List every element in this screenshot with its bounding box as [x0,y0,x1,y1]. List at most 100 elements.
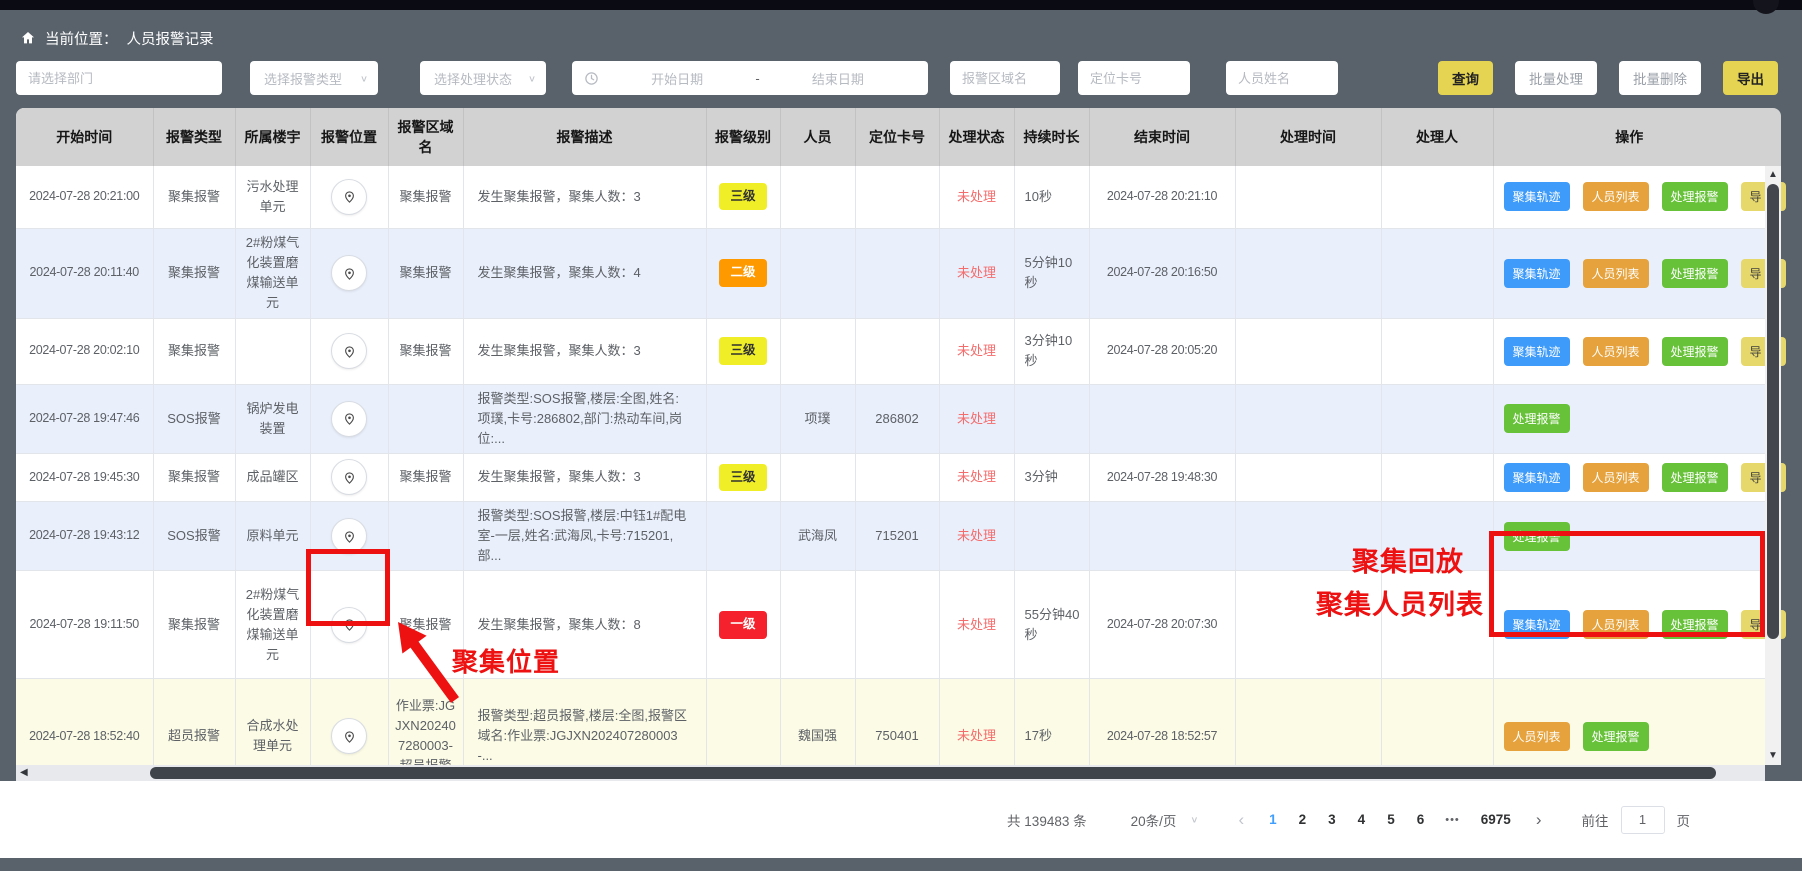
page-number[interactable]: 3 [1317,806,1347,834]
location-icon[interactable] [331,718,367,754]
actions-cell: 聚集轨迹人员列表处理报警导 出 [1493,228,1765,318]
location-icon[interactable] [331,333,367,369]
alarm-area: 聚集报警 [388,318,463,384]
track-button[interactable]: 聚集轨迹 [1504,463,1570,492]
vertical-scroll-thumb[interactable] [1767,184,1779,639]
table-row: 2024-07-28 20:02:10 聚集报警 聚集报警 发生聚集报警，聚集人… [16,318,1765,384]
building: 2#粉煤气化装置磨煤输送单元 [235,571,310,679]
handle-status: 未处理 [939,501,1014,570]
track-button[interactable]: 聚集轨迹 [1504,182,1570,211]
personnel-list-button[interactable]: 人员列表 [1583,182,1649,211]
goto-label: 前往 [1582,810,1609,830]
alarm-description: 发生聚集报警，聚集人数：3 [463,166,706,228]
start-time: 2024-07-28 20:02:10 [16,318,153,384]
alarm-area: 聚集报警 [388,166,463,228]
page-size-value: 20条/页 [1131,810,1177,830]
clock-icon [584,71,599,86]
building [235,318,310,384]
page-number[interactable]: 1 [1258,806,1288,834]
handler [1381,318,1493,384]
end-date-placeholder: 结束日期 [760,69,916,88]
duration: 10秒 [1014,166,1089,228]
card-number [855,453,939,501]
area-input[interactable] [950,61,1060,95]
column-header: 处理时间 [1235,108,1381,166]
handle-alarm-button[interactable]: 处理报警 [1583,722,1649,751]
annotation-label-playback: 聚集回放 [1352,540,1464,579]
handler [1381,384,1493,453]
department-input[interactable] [16,61,222,95]
handle-time [1235,228,1381,318]
track-button[interactable]: 聚集轨迹 [1504,259,1570,288]
alarm-position-cell [310,453,388,501]
personnel-list-button[interactable]: 人员列表 [1583,259,1649,288]
page-number[interactable]: 5 [1376,806,1406,834]
date-range-picker[interactable]: 开始日期 - 结束日期 [572,61,928,95]
handle-alarm-button[interactable]: 处理报警 [1662,259,1728,288]
search-button[interactable]: 查询 [1438,61,1493,95]
handler [1381,228,1493,318]
card-number [855,571,939,679]
table-row: 2024-07-28 19:45:30 聚集报警 成品罐区 聚集报警 发生聚集报… [16,453,1765,501]
annotation-box-actions [1489,531,1765,637]
horizontal-scroll-thumb[interactable] [150,767,1716,779]
alarm-level-cell [706,384,780,453]
duration [1014,384,1089,453]
start-time: 2024-07-28 19:45:30 [16,453,153,501]
handle-time [1235,453,1381,501]
page-size-select[interactable]: 20条/页 ∨ [1131,810,1199,830]
page-number[interactable]: 6 [1406,806,1436,834]
building: 成品罐区 [235,453,310,501]
duration [1014,501,1089,570]
column-header: 持续时长 [1014,108,1089,166]
page-number[interactable]: 2 [1288,806,1318,834]
vertical-scrollbar: ▲ ▼ [1765,166,1781,765]
personnel-list-button[interactable]: 人员列表 [1583,337,1649,366]
scroll-left-icon[interactable]: ◀ [20,765,28,781]
column-header: 处理人 [1381,108,1493,166]
scroll-up-icon[interactable]: ▲ [1765,168,1781,182]
next-page-button[interactable]: › [1526,810,1552,830]
actions-cell: 聚集轨迹人员列表处理报警导 出 [1493,453,1765,501]
name-input[interactable] [1226,61,1338,95]
table-row: 2024-07-28 19:47:46 SOS报警 锅炉发电装置 报警类型:SO… [16,384,1765,453]
last-page-button[interactable]: 6975 [1470,806,1522,834]
alarm-type-select[interactable]: 选择报警类型 ∨ [250,61,378,95]
handle-alarm-button[interactable]: 处理报警 [1662,463,1728,492]
track-button[interactable]: 聚集轨迹 [1504,337,1570,366]
actions-cell: 聚集轨迹人员列表处理报警导 出 [1493,166,1765,228]
location-icon[interactable] [331,179,367,215]
page-number[interactable]: 4 [1347,806,1377,834]
alarm-type: 聚集报警 [153,166,235,228]
column-header: 处理状态 [939,108,1014,166]
batch-handle-button[interactable]: 批量处理 [1515,61,1597,95]
batch-delete-button[interactable]: 批量删除 [1619,61,1701,95]
location-icon[interactable] [331,401,367,437]
export-button[interactable]: 导出 [1723,61,1778,95]
alarm-position-cell [310,166,388,228]
handle-alarm-button[interactable]: 处理报警 [1504,404,1570,433]
prev-page-button[interactable]: ‹ [1228,810,1254,830]
handle-status: 未处理 [939,384,1014,453]
personnel-list-button[interactable]: 人员列表 [1583,463,1649,492]
location-icon[interactable] [331,459,367,495]
goto-input[interactable] [1621,806,1665,834]
location-icon[interactable] [331,255,367,291]
handle-status-select[interactable]: 选择处理状态 ∨ [420,61,546,95]
header-extension [1765,108,1781,166]
level-badge: 三级 [719,337,766,364]
scroll-down-icon[interactable]: ▼ [1765,749,1781,763]
level-badge: 二级 [719,259,766,286]
handle-alarm-button[interactable]: 处理报警 [1662,182,1728,211]
column-header: 报警类型 [153,108,235,166]
start-date-placeholder: 开始日期 [599,69,755,88]
person-name: 武海凤 [780,501,855,570]
alarm-type: SOS报警 [153,384,235,453]
alarm-description: 报警类型:SOS报警,楼层:全图,姓名:项璞,卡号:286802,部门:热动车间… [463,384,706,453]
personnel-list-button[interactable]: 人员列表 [1504,722,1570,751]
page-list: 123456 [1258,806,1435,834]
handle-alarm-button[interactable]: 处理报警 [1662,337,1728,366]
card-input[interactable] [1078,61,1190,95]
building: 污水处理单元 [235,166,310,228]
handle-status: 未处理 [939,571,1014,679]
